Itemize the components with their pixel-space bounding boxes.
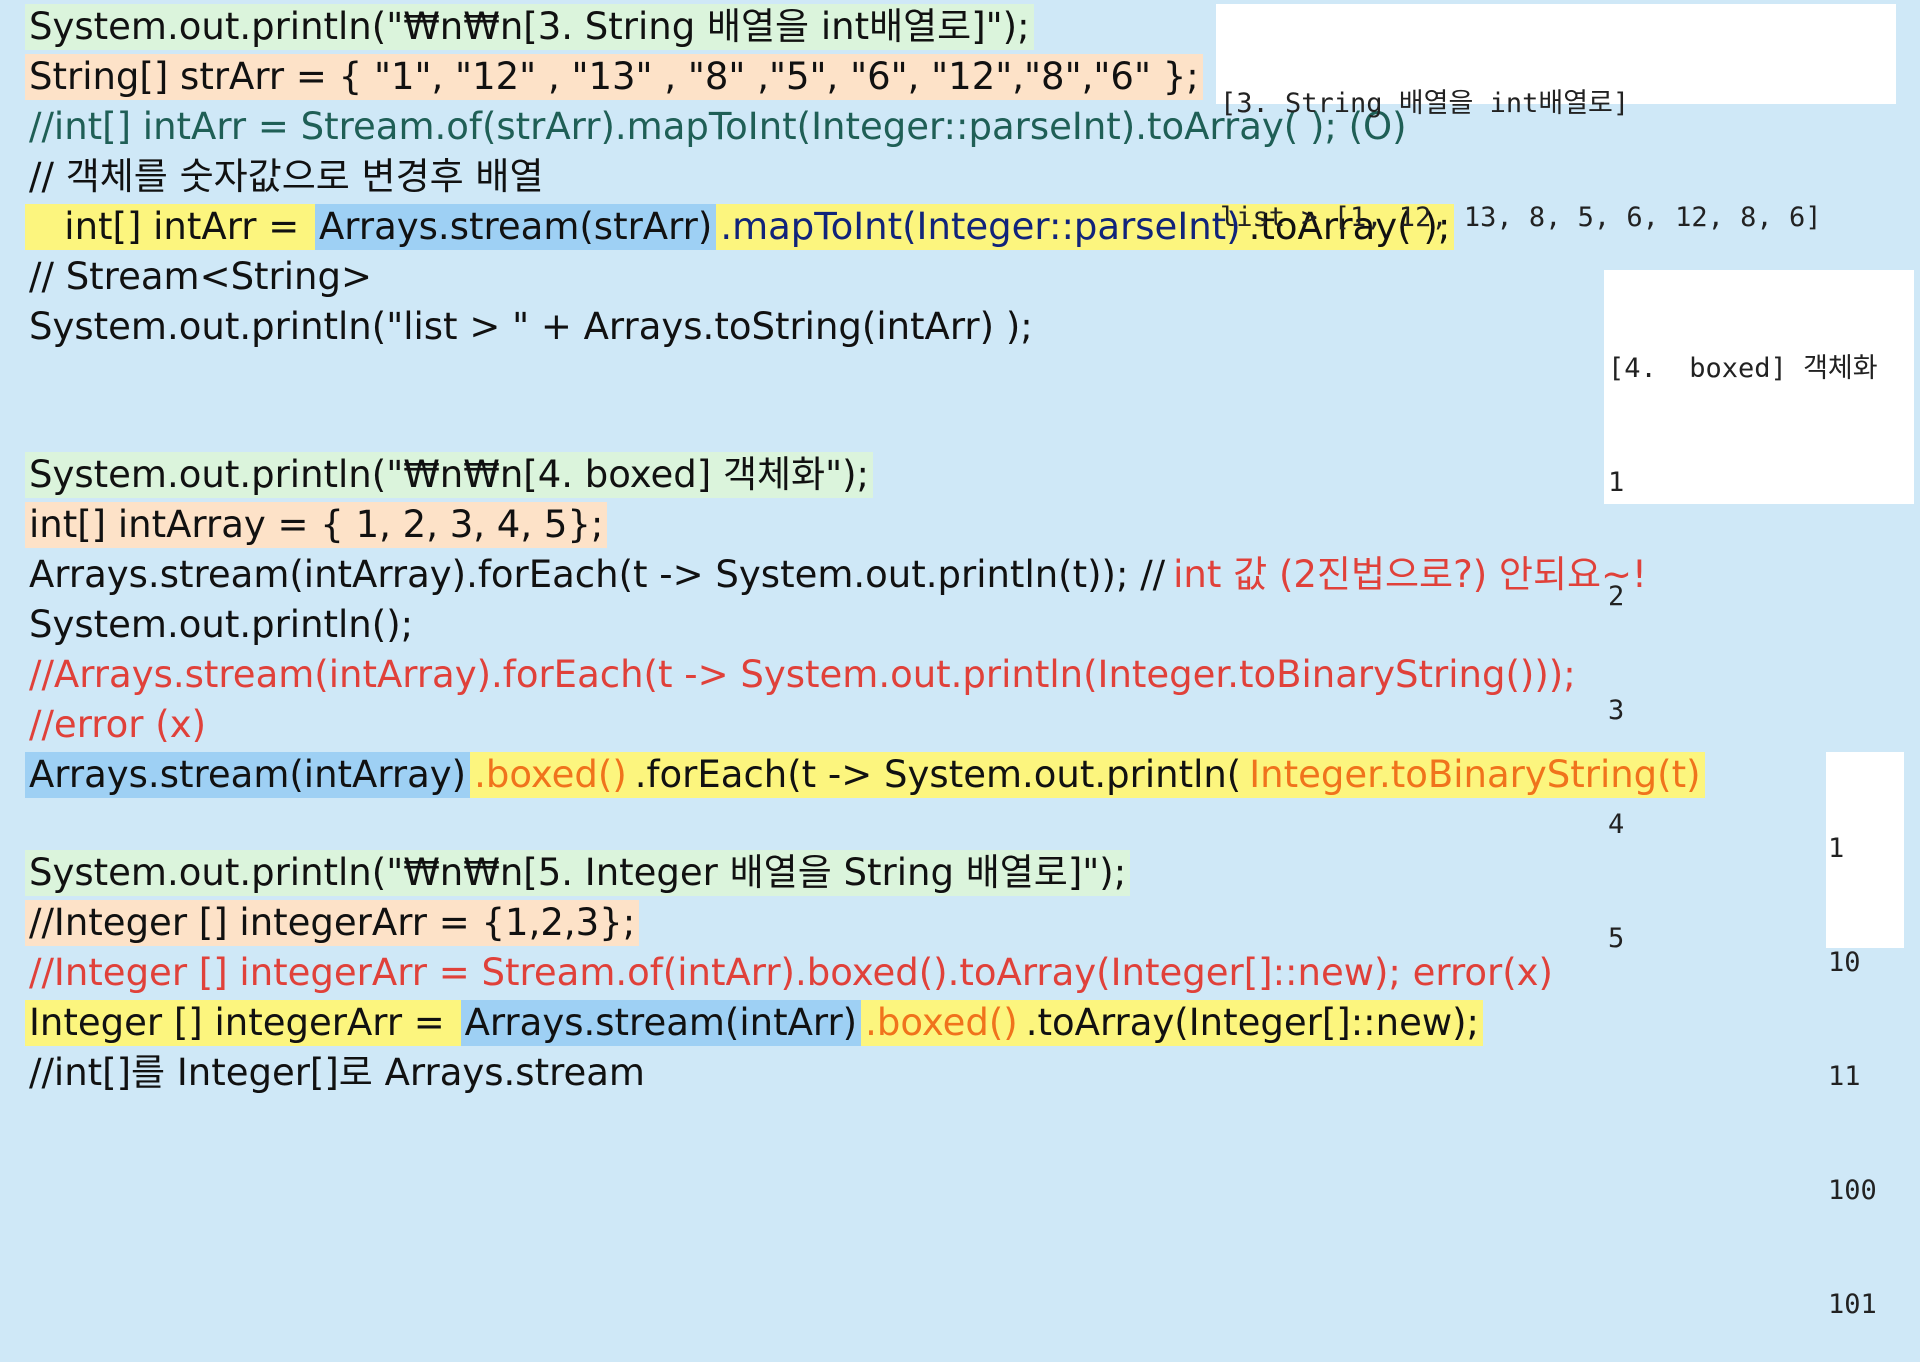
code-segment: System.out.println("list > " + Arrays.to… [29,305,1033,348]
code-segment: //Integer [] integerArr = Stream.of(intA… [29,951,1553,994]
line-foreach-print: Arrays.stream(intArray).forEach(t -> Sys… [25,552,1651,598]
console-line: [3. String 배열을 int배열로] [1220,88,1630,119]
code-segment: int[] intArr = [25,204,315,250]
console-line: 2 [1608,581,1625,612]
console-line: 1 [1608,467,1625,498]
console-output-section4: [4. boxed] 객체화 1 2 3 4 5 [1604,270,1914,954]
code-segment: Arrays.stream(intArr) [460,1000,862,1046]
line-comment-integerarr: //Integer [] integerArr = {1,2,3}; [25,900,640,946]
console-output-section3: [3. String 배열을 int배열로] list > [1, 12, 13… [1216,4,1896,233]
code-segment: //int[] intArr = Stream.of(strArr).mapTo… [29,105,1407,148]
line-comment-error: //error (x) [25,702,210,748]
code-segment: Arrays.stream(intArray).forEach(t -> Sys… [29,553,1166,596]
line-strarr-decl: String[] strArr = { "1", "12" , "13" , "… [25,54,1203,100]
console-line: 101 [1828,1289,1877,1320]
line-intarray-decl: int[] intArray = { 1, 2, 3, 4, 5}; [25,502,608,548]
code-segment: Integer [] integerArr = [25,1000,461,1046]
line-comment-cutoff: //int[]를 Integer[]로 Arrays.stream [25,1050,649,1096]
code-segment: int 값 (2진법으로?) 안되요~! [1173,553,1647,596]
console-line: 3 [1608,695,1625,726]
line-print-section3: System.out.println("₩n₩n[3. String 배열을 i… [25,4,1034,50]
code-segment: //Arrays.stream(intArray).forEach(t -> S… [29,653,1576,696]
code-segment: .forEach(t -> System.out.println( [630,752,1246,798]
code-segment: .boxed() [861,1000,1022,1046]
console-line: 100 [1828,1175,1877,1206]
console-output-binary: 1 10 11 100 101 [1826,752,1904,1320]
console-line: 1 [1828,833,1845,864]
code-segment: int[] intArray = { 1, 2, 3, 4, 5}; [25,502,608,548]
console-line: [4. boxed] 객체화 [1608,353,1878,384]
line-print-section5: System.out.println("₩n₩n[5. Integer 배열을 … [25,850,1131,896]
console-line: list > [1, 12, 13, 8, 5, 6, 12, 8, 6] [1220,202,1822,233]
code-segment: // Stream<String> [29,255,372,298]
code-segment: //int[]를 Integer[]로 Arrays.stream [29,1051,645,1094]
code-segment: System.out.println("₩n₩n[5. Integer 배열을 … [25,850,1131,896]
code-segment: Arrays.stream(intArray) [25,752,471,798]
code-segment: System.out.println(); [29,603,414,646]
code-segment: .mapToInt(Integer::parseInt) [716,204,1245,250]
code-segment: System.out.println("₩n₩n[4. boxed] 객체화")… [25,452,874,498]
code-segment: // 객체를 숫자값으로 변경후 배열 [29,155,544,198]
line-comment-binary: //Arrays.stream(intArray).forEach(t -> S… [25,652,1580,698]
code-segment: //error (x) [29,703,207,746]
line-print-list: System.out.println("list > " + Arrays.to… [25,304,1037,350]
line-comment-stream-string: // Stream<String> [25,254,376,300]
code-segment: //Integer [] integerArr = {1,2,3}; [25,900,640,946]
line-comment-korean: // 객체를 숫자값으로 변경후 배열 [25,154,548,200]
code-segment: Arrays.stream(strArr) [315,204,717,250]
line-boxed-foreach: Arrays.stream(intArray) .boxed() .forEach(… [25,752,1705,798]
line-comment-stream-error: //Integer [] integerArr = Stream.of(intA… [25,950,1557,996]
code-segment: .boxed() [470,752,631,798]
line-integerarr-stream: Integer [] integerArr = Arrays.stream(in… [25,1000,1484,1046]
line-comment-stream-of: //int[] intArr = Stream.of(strArr).mapTo… [25,104,1411,150]
console-line: 10 [1828,947,1861,978]
line-println-empty: System.out.println(); [25,602,417,648]
line-print-section4: System.out.println("₩n₩n[4. boxed] 객체화")… [25,452,874,498]
console-line: 11 [1828,1061,1861,1092]
code-segment: String[] strArr = { "1", "12" , "13" , "… [25,54,1203,100]
code-segment: System.out.println("₩n₩n[3. String 배열을 i… [25,4,1034,50]
code-segment: .toArray(Integer[]::new); [1021,1000,1484,1046]
